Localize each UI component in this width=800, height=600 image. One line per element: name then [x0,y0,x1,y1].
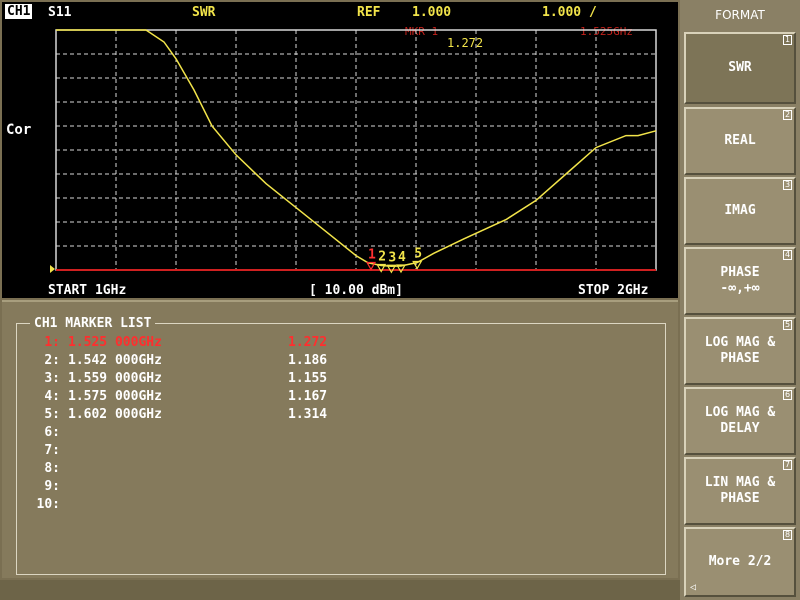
marker-index: 8: [44,461,60,476]
marker-frequency: 1.542 000GHz [68,353,162,368]
softkey-label: More 2/2 [708,554,772,569]
stop-frequency: STOP 2GHz [578,283,649,298]
softkey-number: 2 [783,110,792,120]
marker-value: 1.167 [288,389,328,404]
softkey-real[interactable]: REAL 2 [684,107,796,175]
swr-plot[interactable]: 12345 [44,20,661,278]
softkey-label: LIN MAG & PHASE [704,475,776,506]
ref-label: REF [357,5,381,20]
channel-label: CH1 [5,4,33,19]
softkey-label: LOG MAG & DELAY [704,405,776,436]
marker-index: 4: [44,389,60,404]
marker-index: 6: [44,425,60,440]
format-label: SWR [192,5,216,20]
softkey-label: IMAG [724,203,756,218]
more-arrow-icon: ◁ [690,582,697,593]
softkey-number: 7 [783,460,792,470]
softkey-phase[interactable]: PHASE -∞,+∞ 4 [684,247,796,315]
marker-frequency: 1.559 000GHz [68,371,162,386]
marker-value: 1.314 [288,407,328,422]
softkey-log-mag-phase[interactable]: LOG MAG & PHASE 5 [684,317,796,385]
marker-value: 1.272 [288,335,328,350]
marker-label-1: 1 [368,247,376,262]
softkey-label: PHASE -∞,+∞ [720,265,760,296]
softkey-imag[interactable]: IMAG 3 [684,177,796,245]
marker-value: 1.186 [288,353,328,368]
menu-title: FORMAT [715,8,765,22]
marker-index: 10: [36,497,60,512]
correction-indicator: Cor [6,122,32,138]
softkey-label: SWR [728,60,752,75]
softkey-number: 6 [783,390,792,400]
parameter-label: S11 [48,5,72,20]
trace-panel: CH1 S11 SWR REF 1.000 1.000 / MKR 1 1.27… [0,0,680,300]
marker-frequency: 1.575 000GHz [68,389,162,404]
marker-list-panel: CH1 MARKER LIST 1: 1.525 000GHz 1.272 2: 1.5… [2,300,678,578]
marker-index: 5: [44,407,60,422]
marker-index: 7: [44,443,60,458]
softkey-number: 4 [783,250,792,260]
marker-frequency: 1.602 000GHz [68,407,162,422]
marker-value: 1.155 [288,371,328,386]
marker-label-5: 5 [414,246,422,261]
softkey-swr[interactable]: SWR 1 [684,32,796,104]
analyzer-screen: CH1 S11 SWR REF 1.000 1.000 / MKR 1 1.27… [0,0,680,600]
softkey-log-mag-delay[interactable]: LOG MAG & DELAY 6 [684,387,796,455]
marker-label-4: 4 [398,250,406,265]
marker-label-3: 3 [388,250,396,265]
scale-value: 1.000 / [542,5,597,20]
start-frequency: START 1GHz [48,283,127,298]
softkey-lin-mag-phase[interactable]: LIN MAG & PHASE 7 [684,457,796,525]
softkey-number: 1 [783,35,792,45]
marker-index: 3: [44,371,60,386]
marker-index: 9: [44,479,60,494]
marker-index: 2: [44,353,60,368]
softkey-more-2-2[interactable]: More 2/2 8 ◁ [684,527,796,597]
softkey-number: 3 [783,180,792,190]
marker-list-title: CH1 MARKER LIST [30,316,156,331]
ref-value: 1.000 [412,5,452,20]
softkey-label: REAL [724,133,756,148]
reference-pointer-icon [50,265,55,273]
marker-frequency: 1.525 000GHz [68,335,162,350]
status-strip [0,580,680,600]
softkey-number: 5 [783,320,792,330]
softkey-number: 8 [783,530,792,540]
marker-index: 1: [44,335,60,350]
source-power: [ 10.00 dBm] [309,283,403,298]
softkey-label: LOG MAG & PHASE [704,335,776,366]
marker-label-2: 2 [378,250,386,265]
softkey-menu: FORMAT SWR 1 REAL 2 IMAG 3 PHASE -∞,+∞ 4 LOG MAG… [680,0,800,600]
